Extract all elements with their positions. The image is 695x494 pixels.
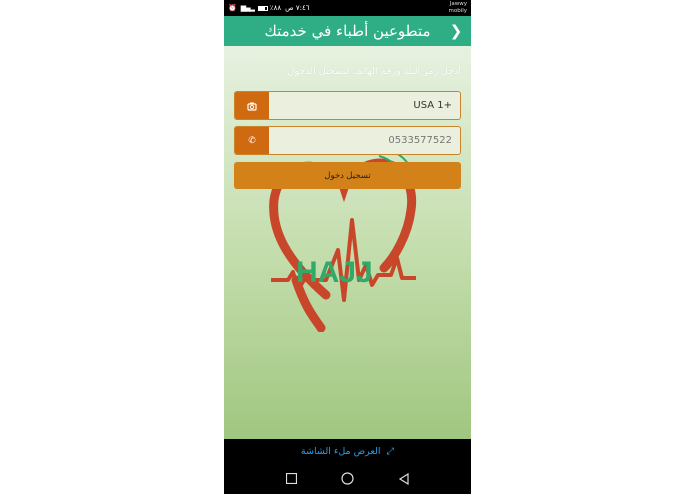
globe-icon — [235, 92, 269, 119]
signal-icon: ▂▄▆ — [240, 4, 255, 12]
phone-screen: ٧:٤٦ ص ٨٨٪ ▂▄▆ ⏰ Jawwy mobily متطوعين أط… — [224, 0, 471, 494]
home-button[interactable] — [340, 471, 356, 487]
app-header: متطوعين أطباء في خدمتك ❯ — [224, 16, 471, 46]
carrier-secondary: mobily — [448, 8, 467, 14]
country-code-field[interactable]: USA 1+ — [234, 91, 461, 120]
fullscreen-label: العرض ملء الشاشة — [300, 445, 381, 457]
carrier-info: Jawwy mobily — [448, 1, 467, 15]
phone-input[interactable]: 0533577522 — [269, 127, 460, 154]
battery-indicator: ٨٨٪ — [257, 4, 282, 12]
status-bar: ٧:٤٦ ص ٨٨٪ ▂▄▆ ⏰ Jawwy mobily — [224, 0, 471, 16]
phone-field[interactable]: ✆ 0533577522 — [234, 126, 461, 155]
recents-button[interactable] — [284, 471, 300, 487]
chevron-right-icon[interactable]: ❯ — [449, 22, 463, 40]
country-code-value[interactable]: USA 1+ — [269, 92, 460, 119]
logo-text: HAJJ — [296, 256, 373, 289]
alarm-icon: ⏰ — [228, 4, 237, 12]
login-prompt: أدخل رمز البلد ورقم الهاتف لتسجيل الدخول — [287, 66, 461, 77]
fullscreen-icon: ⤢ — [386, 445, 395, 457]
back-button[interactable] — [396, 471, 412, 487]
page-title: متطوعين أطباء في خدمتك — [264, 22, 431, 40]
login-screen: HAJJ أدخل رمز البلد ورقم الهاتف لتسجيل ا… — [224, 46, 471, 439]
phone-icon: ✆ — [235, 127, 269, 154]
login-button[interactable]: تسجيل دخول — [234, 162, 461, 189]
battery-icon — [257, 5, 268, 11]
status-left: ٧:٤٦ ص ٨٨٪ ▂▄▆ ⏰ — [228, 4, 310, 12]
battery-text: ٨٨٪ — [269, 4, 282, 12]
carrier-primary: Jawwy — [449, 1, 467, 7]
status-time: ٧:٤٦ ص — [285, 4, 310, 12]
android-nav-bar — [224, 463, 471, 494]
fullscreen-bar[interactable]: ⤢ العرض ملء الشاشة — [224, 439, 471, 463]
